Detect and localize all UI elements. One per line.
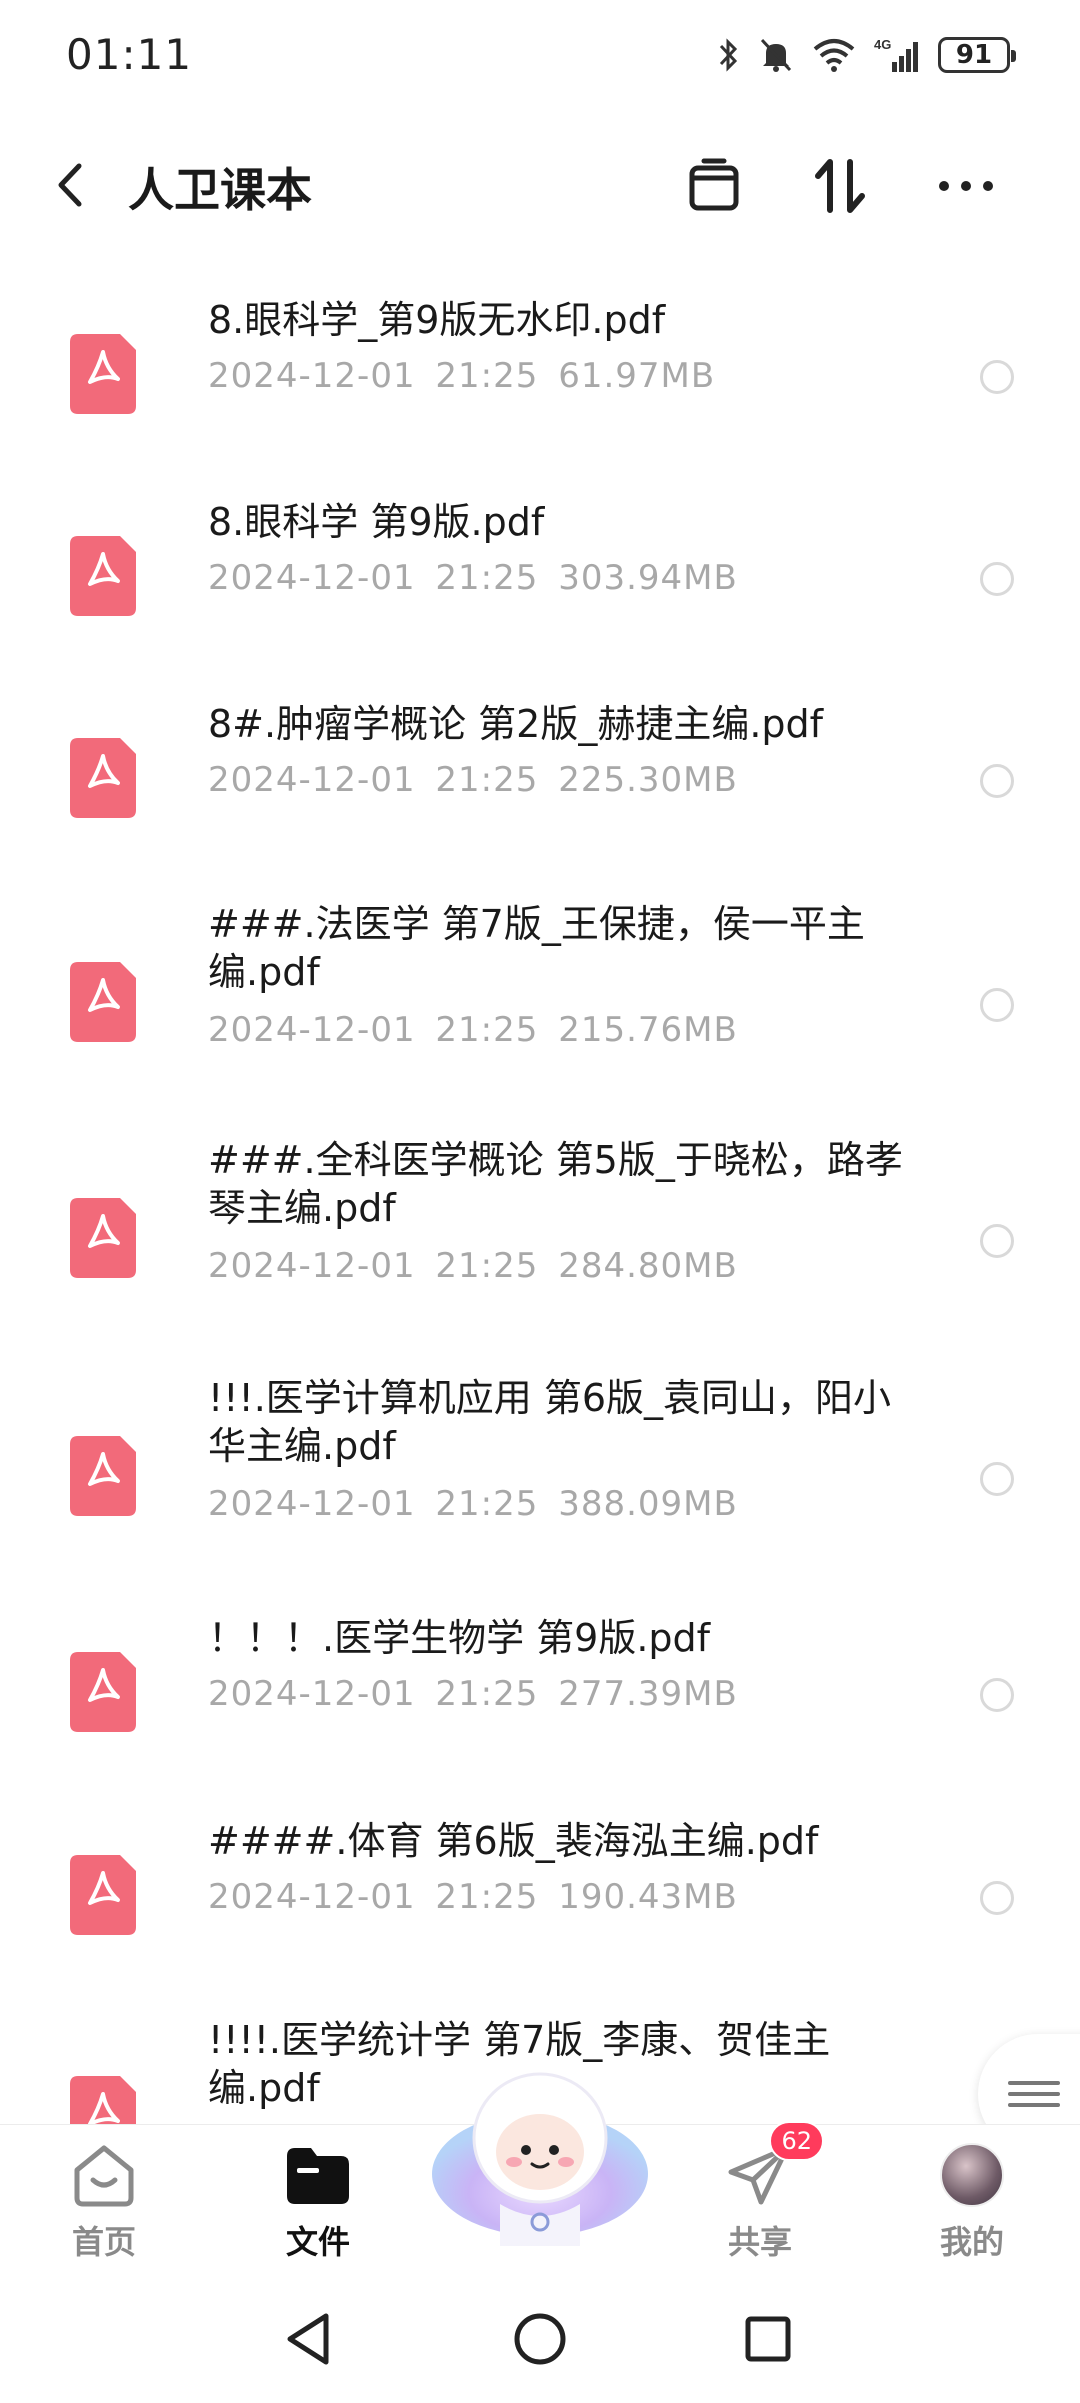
pdf-file-icon (70, 1436, 136, 1516)
file-name: ###.全科医学概论 第5版_于晓松，路孝琴主编.pdf (208, 1138, 903, 1230)
select-radio[interactable] (980, 1224, 1014, 1258)
notification-badge: 62 (769, 2121, 824, 2161)
home-icon (68, 2139, 140, 2211)
nav-home-button[interactable] (505, 2304, 575, 2374)
status-icons: 4G 91 (718, 30, 1016, 80)
tab-home[interactable]: 首页 (34, 2139, 174, 2269)
file-meta: 2024-12-01 21:25 61.97MB (208, 356, 716, 396)
more-icon (939, 181, 993, 191)
system-nav-bar (0, 2274, 1080, 2403)
tab-files[interactable]: 文件 (248, 2139, 388, 2269)
pdf-file-icon (70, 1855, 136, 1935)
file-name: ####.体育 第6版_裴海泓主编.pdf (208, 1819, 819, 1863)
file-row[interactable]: !!!.医学计算机应用 第6版_袁同山，阳小华主编.pdf 2024-12-01… (0, 1370, 1080, 1580)
file-row[interactable]: ###.法医学 第7版_王保捷，侯一平主编.pdf 2024-12-01 21:… (0, 896, 1080, 1106)
file-name: 8.眼科学_第9版无水印.pdf (208, 298, 666, 342)
file-meta: 2024-12-01 21:25 225.30MB (208, 760, 738, 800)
file-name: ！！！.医学生物学 第9版.pdf (208, 1616, 711, 1660)
file-name: 8#.肿瘤学概论 第2版_赫捷主编.pdf (208, 702, 824, 746)
circle-home-icon (514, 2313, 566, 2365)
file-row[interactable]: 8.眼科学 第9版.pdf 2024-12-01 21:25 303.94MB (0, 492, 1080, 664)
file-meta: 2024-12-01 21:25 215.76MB (208, 1010, 738, 1050)
file-meta: 2024-12-01 21:25 284.80MB (208, 1246, 738, 1286)
avatar (940, 2143, 1004, 2207)
select-radio[interactable] (980, 764, 1014, 798)
file-row[interactable]: ！！！.医学生物学 第9版.pdf 2024-12-01 21:25 277.3… (0, 1608, 1080, 1780)
sort-icon (815, 159, 865, 213)
nav-back-button[interactable] (274, 2304, 344, 2374)
square-recents-icon (745, 2316, 791, 2362)
file-row[interactable]: ####.体育 第6版_裴海泓主编.pdf 2024-12-01 21:25 1… (0, 1811, 1080, 1983)
file-list: 8.眼科学_第9版无水印.pdf 2024-12-01 21:25 61.97M… (0, 262, 1080, 2124)
folder-icon (282, 2139, 354, 2211)
file-name: !!!.医学计算机应用 第6版_袁同山，阳小华主编.pdf (208, 1376, 892, 1468)
file-meta: 2024-12-01 21:25 190.43MB (208, 1877, 738, 1917)
select-radio[interactable] (980, 562, 1014, 596)
nav-recents-button[interactable] (733, 2304, 803, 2374)
tab-label: 共享 (727, 2223, 792, 2261)
file-row[interactable]: 8#.肿瘤学概论 第2版_赫捷主编.pdf 2024-12-01 21:25 2… (0, 694, 1080, 866)
menu-icon (1008, 2074, 1060, 2114)
bluetooth-icon (718, 36, 740, 74)
pdf-file-icon (70, 962, 136, 1042)
sort-button[interactable] (802, 148, 878, 224)
wifi-icon (812, 36, 856, 74)
pdf-file-icon (70, 1198, 136, 1278)
file-meta: 2024-12-01 21:25 277.39MB (208, 1674, 738, 1714)
select-radio[interactable] (980, 988, 1014, 1022)
app-header: 人卫课本 (0, 130, 1080, 240)
mute-icon (758, 36, 794, 74)
back-button[interactable] (40, 152, 100, 218)
select-radio[interactable] (980, 1678, 1014, 1712)
pdf-file-icon (70, 2076, 136, 2124)
tab-label: 首页 (71, 2223, 136, 2261)
tab-share[interactable]: 62 共享 (690, 2121, 830, 2269)
pdf-file-icon (70, 334, 136, 414)
tab-label: 我的 (939, 2223, 1004, 2261)
page-title: 人卫课本 (128, 163, 312, 217)
select-radio[interactable] (980, 1462, 1014, 1496)
back-icon (58, 163, 82, 207)
pdf-file-icon (70, 1652, 136, 1732)
send-icon: 62 (724, 2121, 824, 2211)
select-radio[interactable] (980, 360, 1014, 394)
status-time: 01:11 (66, 30, 193, 79)
file-name: ###.法医学 第7版_王保捷，侯一平主编.pdf (208, 902, 865, 994)
pdf-file-icon (70, 536, 136, 616)
more-button[interactable] (928, 148, 1004, 224)
file-name: 8.眼科学 第9版.pdf (208, 500, 545, 544)
file-meta: 2024-12-01 21:25 303.94MB (208, 558, 738, 598)
archive-button[interactable] (676, 148, 752, 224)
assistant-mascot-icon[interactable] (430, 2056, 650, 2246)
triangle-back-icon (287, 2313, 329, 2365)
tab-mine[interactable]: 我的 (902, 2139, 1042, 2269)
signal-icon: 4G (874, 36, 920, 74)
file-meta: 2024-12-01 21:25 388.09MB (208, 1484, 738, 1524)
tab-label: 文件 (285, 2223, 350, 2261)
battery-icon: 91 (938, 37, 1016, 73)
archive-icon (689, 158, 739, 211)
svg-text:4G: 4G (874, 37, 891, 52)
file-row[interactable]: ###.全科医学概论 第5版_于晓松，路孝琴主编.pdf 2024-12-01 … (0, 1132, 1080, 1342)
select-radio[interactable] (980, 1881, 1014, 1915)
status-bar: 01:11 4G 91 (0, 0, 1080, 110)
file-row[interactable]: 8.眼科学_第9版无水印.pdf 2024-12-01 21:25 61.97M… (0, 290, 1080, 462)
pdf-file-icon (70, 738, 136, 818)
battery-level: 91 (955, 40, 993, 70)
